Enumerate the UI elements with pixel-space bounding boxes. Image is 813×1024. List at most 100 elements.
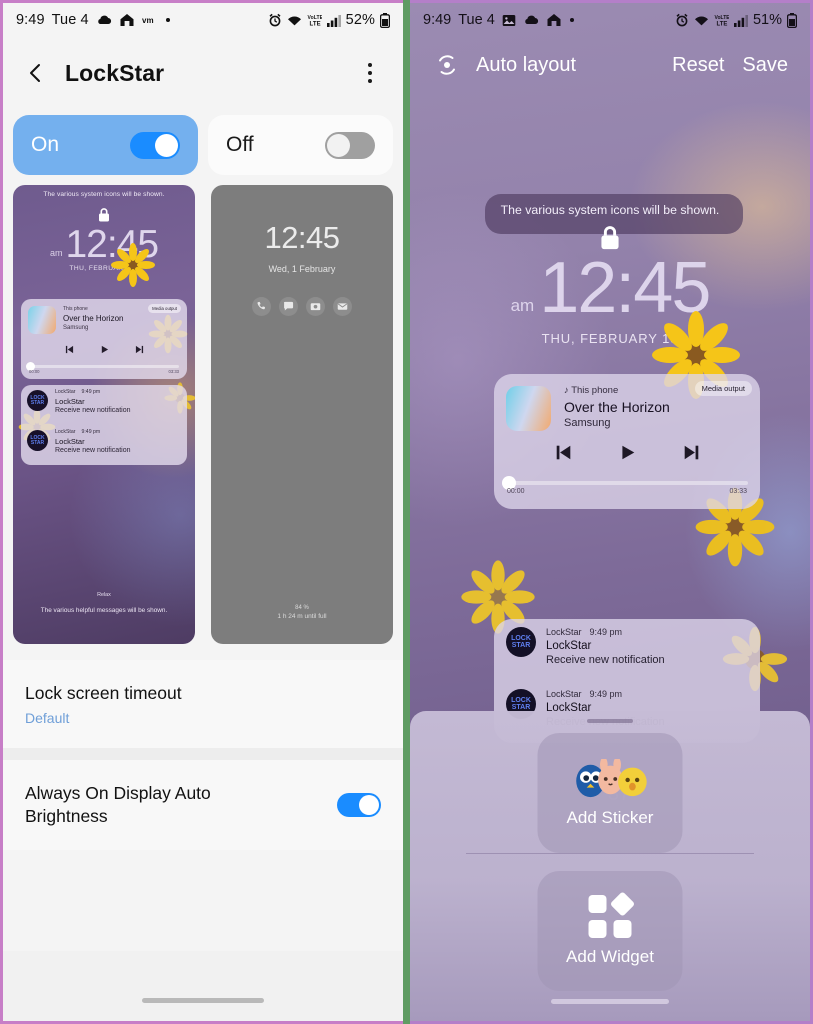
notification-stack[interactable]: LOCK STAR LockStar 9:49 pm LockStar Recei… bbox=[21, 385, 187, 465]
preview-date: THU, FEBRUARY 13 bbox=[69, 265, 139, 272]
play-icon[interactable] bbox=[100, 341, 109, 359]
status-time: 9:49 bbox=[423, 12, 452, 28]
svg-text:vm: vm bbox=[142, 16, 154, 25]
add-widget-button[interactable]: Add Widget bbox=[537, 871, 683, 991]
signal-icon bbox=[326, 14, 341, 27]
media-player-widget[interactable]: ♪ This phone Over the Horizon Samsung Me… bbox=[494, 374, 760, 509]
cloud-icon bbox=[96, 14, 112, 26]
battery-icon bbox=[787, 12, 797, 28]
svg-text:LTE: LTE bbox=[716, 22, 727, 28]
setting-value: Default bbox=[25, 710, 70, 727]
media-source: This phone bbox=[63, 306, 88, 312]
notification-app: LockStar bbox=[546, 627, 582, 637]
media-output-button[interactable]: Media output bbox=[148, 304, 181, 313]
mode-selector: On Off bbox=[3, 115, 403, 175]
list-divider bbox=[3, 748, 403, 761]
dot-icon bbox=[165, 17, 171, 23]
more-options-icon[interactable] bbox=[357, 63, 383, 83]
preview-ampm: am bbox=[49, 248, 63, 258]
lockscreen-date: THU, FEBRUARY 13 bbox=[541, 331, 679, 346]
notification-app: LockStar bbox=[546, 689, 582, 699]
setting-title: Always On Display Auto Brightness bbox=[25, 783, 211, 827]
preview-card-on[interactable]: The various system icons will be shown. … bbox=[13, 185, 195, 644]
media-player-widget[interactable]: This phone Over the Horizon Samsung Medi… bbox=[21, 299, 187, 379]
lockscreen-clock-group[interactable]: am 12:45 bbox=[410, 252, 810, 324]
media-output-button[interactable]: Media output bbox=[694, 381, 752, 396]
svg-text:VoLTE: VoLTE bbox=[307, 15, 322, 21]
add-widget-label: Add Widget bbox=[566, 947, 654, 966]
widget-grid-icon bbox=[588, 891, 636, 938]
setting-lock-screen-timeout[interactable]: Lock screen timeout Default bbox=[3, 660, 403, 749]
auto-layout-label[interactable]: Auto layout bbox=[476, 54, 576, 77]
sheet-separator bbox=[466, 853, 754, 854]
back-icon[interactable] bbox=[23, 60, 49, 86]
previous-icon[interactable] bbox=[65, 341, 74, 359]
wifi-icon bbox=[287, 14, 302, 27]
notification-title: LockStar bbox=[546, 640, 592, 652]
play-icon[interactable] bbox=[619, 444, 636, 466]
sheet-grabber[interactable] bbox=[587, 719, 633, 723]
aod-battery: 84 % 1 h 24 m until full bbox=[211, 605, 393, 620]
aod-brightness-toggle[interactable] bbox=[337, 793, 381, 818]
preview-clock-group: am 12:45 bbox=[13, 225, 195, 264]
reset-button[interactable]: Reset bbox=[672, 54, 724, 77]
mode-on-switch[interactable] bbox=[130, 131, 180, 159]
dot-icon bbox=[569, 17, 575, 23]
notification-item[interactable]: LOCKSTAR LockStar 9:49 pm LockStar Recei… bbox=[21, 385, 187, 425]
album-art bbox=[506, 386, 551, 431]
notification-time: 9:49 pm bbox=[589, 689, 623, 699]
message-icon bbox=[279, 297, 298, 316]
app-icon: LOCK STAR bbox=[506, 627, 536, 657]
aod-date: Wed, 1 February bbox=[268, 264, 336, 274]
mode-chip-off[interactable]: Off bbox=[208, 115, 393, 175]
lockscreen-system-hint: The various system icons will be shown. bbox=[500, 203, 720, 217]
volte-icon: VoLTE LTE bbox=[307, 13, 322, 27]
settings-list: Lock screen timeout Default Always On Di… bbox=[3, 660, 403, 851]
next-icon[interactable] bbox=[135, 341, 144, 359]
sticker-icon bbox=[575, 758, 647, 797]
add-sticker-button[interactable]: Add Sticker bbox=[537, 733, 683, 853]
left-app-bar: LockStar bbox=[3, 37, 403, 109]
gallery-icon bbox=[502, 14, 516, 27]
media-controls bbox=[21, 341, 187, 359]
notification-item[interactable]: LOCKSTAR LockStar 9:49 pm LockStar Recei… bbox=[21, 425, 187, 465]
previous-icon[interactable] bbox=[555, 444, 572, 466]
auto-layout-icon[interactable] bbox=[432, 50, 462, 80]
left-phone-screenshot: 9:49 Tue 4 vm VoLTE LTE 52% LockStar On … bbox=[0, 0, 403, 1024]
svg-text:LTE: LTE bbox=[309, 22, 320, 28]
aod-clock: 12:45 bbox=[264, 220, 340, 255]
notification-item[interactable]: LOCKSTAR LockStar 9:49 pm LockStar Recei… bbox=[494, 619, 760, 681]
status-date: Tue 4 bbox=[458, 12, 495, 28]
media-artist: Samsung bbox=[63, 325, 89, 331]
setting-title: Lock screen timeout bbox=[25, 683, 182, 703]
home-indicator[interactable] bbox=[142, 998, 264, 1003]
sunflower-icon bbox=[111, 243, 155, 287]
media-title: Over the Horizon bbox=[564, 399, 670, 415]
notification-body: Receive new notification bbox=[546, 654, 665, 666]
mode-off-switch[interactable] bbox=[325, 131, 375, 159]
alarm-icon bbox=[675, 13, 689, 27]
media-controls bbox=[494, 444, 760, 466]
status-date: Tue 4 bbox=[51, 12, 89, 28]
battery-icon bbox=[380, 12, 390, 28]
media-progress-bar[interactable] bbox=[29, 365, 179, 368]
lockscreen-ampm: am bbox=[510, 296, 535, 315]
preview-card-off[interactable]: 12:45 Wed, 1 February 84 % 1 h 24 m unti… bbox=[211, 185, 393, 644]
notification-time: 9:49 pm bbox=[81, 389, 101, 395]
aod-shortcuts bbox=[211, 297, 393, 316]
mode-on-label: On bbox=[31, 133, 60, 156]
camera-icon bbox=[306, 297, 325, 316]
helpful-message: The various helpful messages will be sho… bbox=[40, 607, 168, 614]
setting-aod-auto-brightness[interactable]: Always On Display Auto Brightness bbox=[3, 760, 403, 851]
notification-app: LockStar bbox=[55, 389, 76, 395]
next-icon[interactable] bbox=[683, 444, 700, 466]
notification-title: LockStar bbox=[55, 397, 85, 406]
save-button[interactable]: Save bbox=[742, 54, 788, 77]
app-icon: LOCK STAR bbox=[27, 430, 48, 451]
preview-row: The various system icons will be shown. … bbox=[3, 185, 403, 644]
mode-chip-on[interactable]: On bbox=[13, 115, 198, 175]
svg-text:VoLTE: VoLTE bbox=[714, 15, 729, 21]
home-indicator[interactable] bbox=[551, 999, 669, 1004]
right-app-bar: Auto layout Reset Save bbox=[410, 37, 810, 93]
media-progress-bar[interactable] bbox=[506, 481, 748, 485]
